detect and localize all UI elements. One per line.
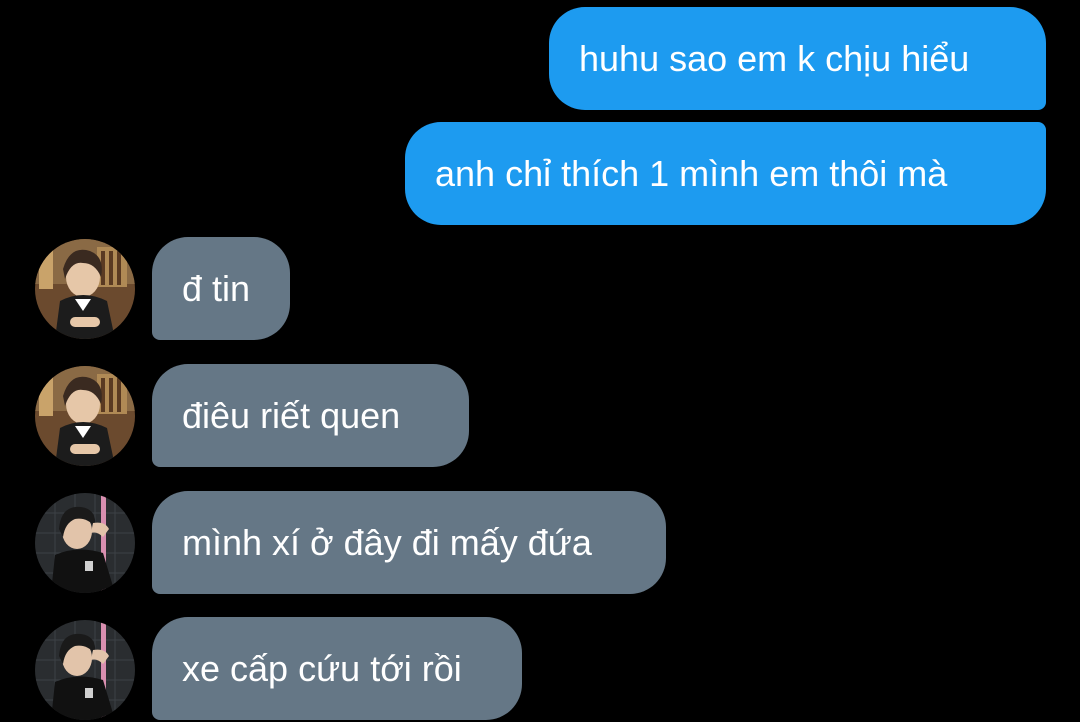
message-text: huhu sao em k chịu hiểu bbox=[579, 37, 970, 79]
avatar-black-tshirt-icon bbox=[35, 493, 135, 593]
message-text: xe cấp cứu tới rồi bbox=[182, 647, 462, 689]
incoming-message[interactable]: xe cấp cứu tới rồi bbox=[152, 617, 522, 720]
avatar[interactable] bbox=[35, 493, 135, 593]
message-text: mình xí ở đây đi mấy đứa bbox=[182, 521, 592, 563]
message-text: anh chỉ thích 1 mình em thôi mà bbox=[435, 152, 948, 194]
incoming-message[interactable]: đ tin bbox=[152, 237, 290, 340]
avatar[interactable] bbox=[35, 239, 135, 339]
incoming-message[interactable]: mình xí ở đây đi mấy đứa bbox=[152, 491, 666, 594]
avatar-dark-blazer-icon bbox=[35, 239, 135, 339]
message-text: điêu riết quen bbox=[182, 394, 401, 436]
outgoing-message[interactable]: anh chỉ thích 1 mình em thôi mà bbox=[405, 122, 1046, 225]
avatar[interactable] bbox=[35, 366, 135, 466]
incoming-message[interactable]: điêu riết quen bbox=[152, 364, 469, 467]
avatar[interactable] bbox=[35, 620, 135, 720]
avatar-black-tshirt-icon bbox=[35, 620, 135, 720]
message-text: đ tin bbox=[182, 267, 251, 309]
outgoing-message[interactable]: huhu sao em k chịu hiểu bbox=[549, 7, 1046, 110]
avatar-dark-blazer-icon bbox=[35, 366, 135, 466]
